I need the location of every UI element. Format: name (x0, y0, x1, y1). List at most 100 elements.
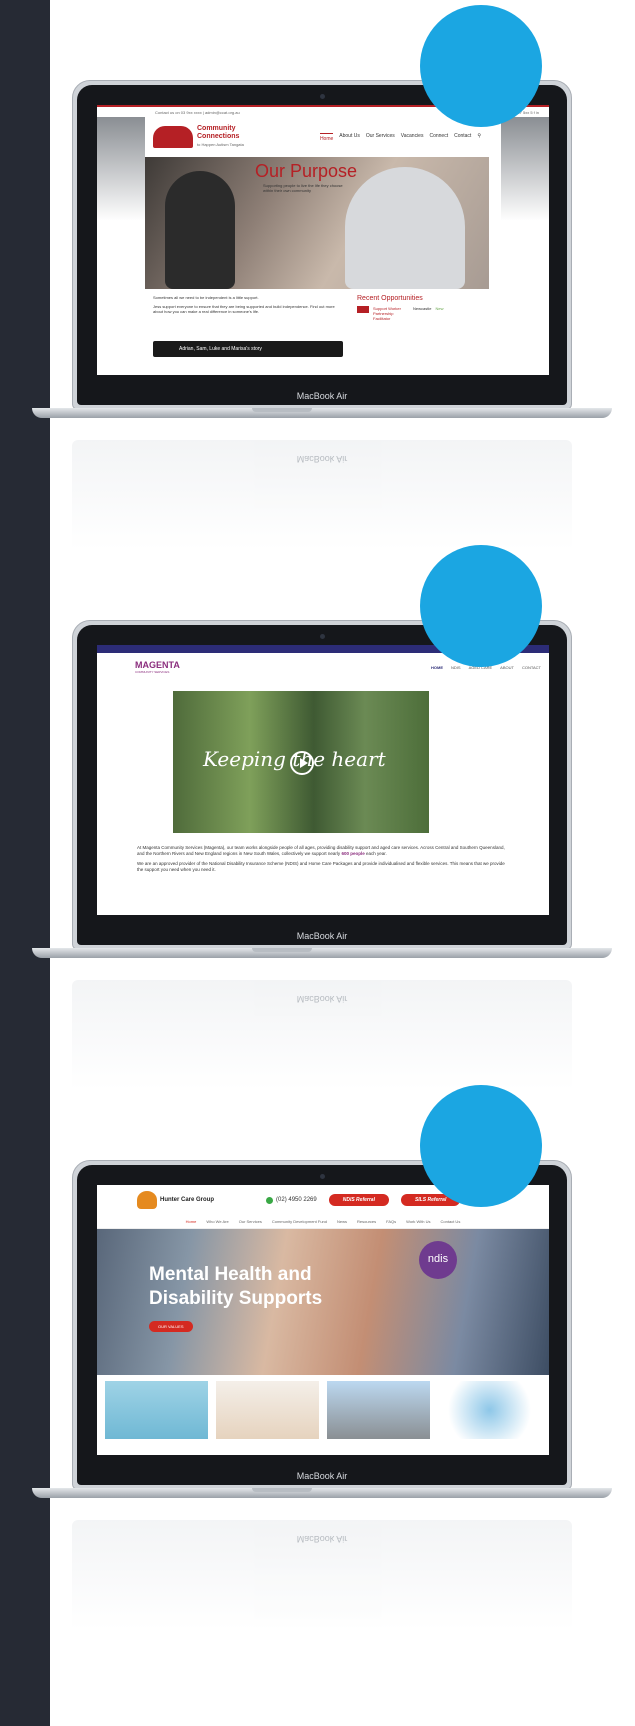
tile-image[interactable] (216, 1381, 319, 1439)
nav-about[interactable]: About Us (339, 133, 360, 142)
opportunity-link[interactable]: Support Worker Partnership Facilitator (373, 306, 409, 321)
hero-banner: Mental Health and Disability Supports OU… (97, 1229, 549, 1375)
laptop-notch (252, 408, 312, 412)
side-panel-right (501, 117, 549, 375)
nav-news[interactable]: News (337, 1219, 347, 1228)
nav-about[interactable]: ABOUT (500, 665, 514, 670)
hero-video[interactable]: Keeping the heart (173, 691, 429, 833)
logo-subtitle: to Happen Autism Tangata (197, 142, 244, 147)
laptop-notch (252, 1488, 312, 1492)
nav-contact[interactable]: Contact Us (441, 1219, 461, 1228)
showcase-magenta: MAGENTA COMMUNITY SERVICES HOME NDIS AGE… (32, 540, 635, 1100)
nav-resources[interactable]: Resources (357, 1219, 376, 1228)
accent-circle (420, 5, 542, 127)
laptop-bezel: MAGENTA COMMUNITY SERVICES HOME NDIS AGE… (77, 625, 567, 945)
org-logo-icon (357, 306, 369, 313)
intro-text: Sometimes all we need to be independent … (153, 295, 259, 300)
laptop-brand: MacBook Air (296, 931, 348, 941)
intro-text-end: each year. (365, 851, 387, 856)
recent-opportunities: Recent Opportunities Support Worker Part… (357, 295, 477, 321)
ndis-referral-button[interactable]: NDIS Referral (328, 1194, 389, 1206)
laptop-mockup: Hunter Care Group (02) 4950 2269 NDIS Re… (32, 1160, 612, 1500)
phone-text: (02) 4950 2269 (276, 1197, 317, 1203)
hero-text: Supporting people to live the life they … (263, 183, 343, 193)
laptop-reflection: MacBook Air (72, 980, 572, 1090)
nav-connect[interactable]: Connect (429, 133, 448, 142)
service-tiles (97, 1381, 549, 1439)
phone-number[interactable]: (02) 4950 2269 (266, 1196, 317, 1204)
ndis-badge: ndis (419, 1241, 457, 1279)
topbar-contact: Contact us on 03 9xx xxxx | admin@ccat.o… (155, 110, 240, 115)
nav-services[interactable]: Our Services (366, 133, 395, 142)
site-screen[interactable]: Hunter Care Group (02) 4950 2269 NDIS Re… (97, 1185, 549, 1455)
reflection-brand: MacBook Air (296, 994, 348, 1004)
laptop-brand: MacBook Air (296, 391, 348, 401)
laptop-mockup: MAGENTA COMMUNITY SERVICES HOME NDIS AGE… (32, 620, 612, 960)
video-player[interactable]: Adrian, Sam, Luke and Marisa's story (153, 341, 343, 357)
nav-contact[interactable]: CONTACT (522, 665, 541, 670)
logo-icon (153, 126, 193, 148)
camera-icon (320, 94, 325, 99)
site-screen[interactable]: Contact us on 03 9xx xxxx | admin@ccat.o… (97, 105, 549, 375)
laptop-lid: MAGENTA COMMUNITY SERVICES HOME NDIS AGE… (72, 620, 572, 950)
hero-image: Our Purpose Supporting people to live th… (145, 157, 489, 289)
laptop-reflection: MacBook Air (72, 440, 572, 550)
side-panel-left (97, 117, 145, 375)
nav-home[interactable]: HOME (431, 665, 443, 670)
search-icon[interactable]: ⚲ (477, 133, 481, 142)
nav-home[interactable]: Home (186, 1219, 197, 1228)
content-area: Sometimes all we need to be independent … (145, 295, 489, 375)
person-photo (165, 171, 235, 289)
site-logo[interactable]: MAGENTA COMMUNITY SERVICES (135, 660, 180, 674)
accent-circle (420, 1085, 542, 1207)
site-logo[interactable]: Hunter Care Group (137, 1191, 214, 1209)
logo-icon (137, 1191, 157, 1209)
site-screen[interactable]: MAGENTA COMMUNITY SERVICES HOME NDIS AGE… (97, 645, 549, 915)
nav-who-we-are[interactable]: Who We Are (206, 1219, 228, 1228)
laptop-brand: MacBook Air (296, 1471, 348, 1481)
sidebar-strip (0, 0, 50, 1726)
provider-paragraph: We are an approved provider of the Natio… (137, 861, 505, 872)
camera-icon (320, 1174, 325, 1179)
play-icon[interactable] (290, 751, 314, 775)
tile-image[interactable] (438, 1381, 541, 1439)
site-header: Community Connections to Happen Autism T… (145, 117, 489, 157)
laptop-base (32, 408, 612, 418)
nav-faqs[interactable]: FAQs (386, 1219, 396, 1228)
tile-image[interactable] (327, 1381, 430, 1439)
video-title: Adrian, Sam, Luke and Marisa's story (179, 346, 262, 352)
site-logo[interactable]: Community Connections to Happen Autism T… (153, 125, 257, 149)
laptop-reflection: MacBook Air (72, 1520, 572, 1630)
laptop-notch (252, 948, 312, 952)
accent-circle (420, 545, 542, 667)
nav-services[interactable]: Our Services (239, 1219, 262, 1228)
logo-tagline: COMMUNITY SERVICES (135, 670, 170, 674)
logo-title: Hunter Care Group (160, 1196, 215, 1203)
phone-icon (266, 1196, 274, 1204)
hero-title: Mental Health and Disability Supports (149, 1264, 323, 1309)
tile-image[interactable] (105, 1381, 208, 1439)
site-nav: Home Who We Are Our Services Community D… (97, 1215, 549, 1229)
opportunity-tag: New (435, 306, 444, 311)
camera-icon (320, 634, 325, 639)
our-values-button[interactable]: OUR VALUES (149, 1321, 193, 1332)
nav-home[interactable]: Home (319, 132, 334, 142)
showcase-community-connections: Contact us on 03 9xx xxxx | admin@ccat.o… (32, 0, 635, 560)
intro-text: At Magenta Community Services (Magenta),… (137, 845, 505, 856)
laptop-lid: Contact us on 03 9xx xxxx | admin@ccat.o… (72, 80, 572, 410)
hero-title: Our Purpose (255, 161, 358, 181)
nav-work-with-us[interactable]: Work With Us (406, 1219, 430, 1228)
site-nav: Home About Us Our Services Vacancies Con… (319, 132, 481, 142)
list-item[interactable]: Support Worker Partnership Facilitator N… (357, 306, 477, 321)
showcase-hunter-care: Hunter Care Group (02) 4950 2269 NDIS Re… (32, 1080, 635, 1640)
person-photo (345, 167, 465, 289)
content-area: At Magenta Community Services (Magenta),… (137, 845, 509, 877)
laptop-mockup: Contact us on 03 9xx xxxx | admin@ccat.o… (32, 80, 612, 420)
laptop-lid: Hunter Care Group (02) 4950 2269 NDIS Re… (72, 1160, 572, 1490)
nav-contact[interactable]: Contact (454, 133, 471, 142)
reflection-brand: MacBook Air (296, 454, 348, 464)
nav-ndis[interactable]: NDIS (451, 665, 461, 670)
nav-vacancies[interactable]: Vacancies (401, 133, 424, 142)
nav-community-fund[interactable]: Community Development Fund (272, 1219, 327, 1228)
story-text: Jess support everyone to ensure that the… (153, 304, 335, 314)
